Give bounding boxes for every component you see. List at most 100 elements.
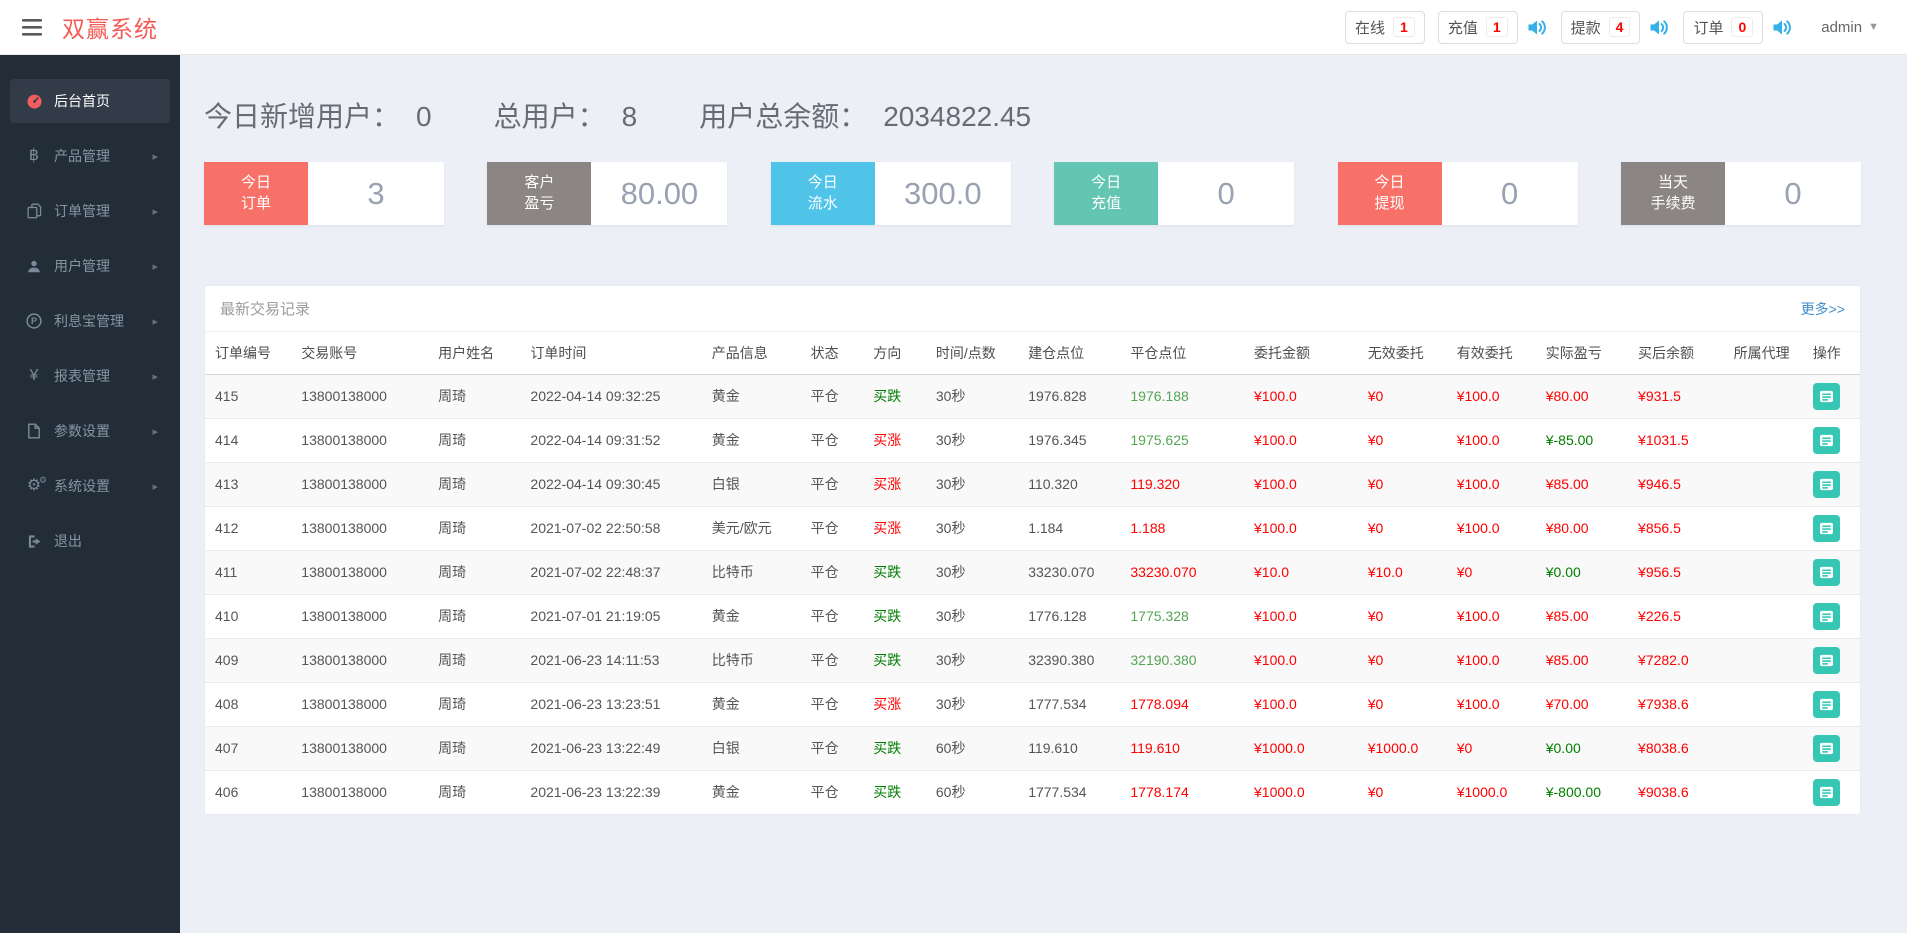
table-header-row: 订单编号 交易账号 用户姓名 订单时间 产品信息 状态 方向 时间/点数 建仓点位 平仓点位 委托金… <box>205 332 1860 375</box>
sidebar-item-1[interactable]: ฿ 产品管理 ▸ <box>10 134 170 178</box>
cell-invalid: ¥0 <box>1363 769 1453 814</box>
sidebar-item-label: 系统设置 <box>54 478 110 494</box>
cell-name: 周琦 <box>434 637 527 682</box>
table-body: 415 13800138000 周琦 2022-04-14 09:32:25 黄金 平仓买… <box>205 374 1860 814</box>
speaker-icon[interactable] <box>1527 18 1548 37</box>
cell-status: 平仓 <box>806 769 870 814</box>
cell-status: 平仓 <box>806 593 870 638</box>
cell-order-id: 409 <box>205 637 298 682</box>
cell-open-point: 1777.534 <box>1024 769 1127 814</box>
speaker-icon[interactable] <box>1772 18 1793 37</box>
detail-button[interactable] <box>1812 514 1840 542</box>
sidebar-item-6[interactable]: 参数设置 ▸ <box>10 409 170 453</box>
hamburger-menu-icon[interactable] <box>22 18 42 36</box>
orders-icon <box>22 203 46 219</box>
cell-close-point: 119.610 <box>1126 725 1250 770</box>
col-header-11: 无效委托 <box>1363 332 1453 375</box>
card-value: 3 <box>367 175 385 211</box>
card-label: 今日 流水 <box>770 162 875 225</box>
cell-profit: ¥85.00 <box>1541 593 1635 638</box>
table-row: 412 13800138000 周琦 2021-07-02 22:50:58 美元/欧元… <box>205 505 1860 550</box>
cell-open-point: 119.610 <box>1024 725 1127 770</box>
stat-card-4: 今日 提现 0 <box>1337 162 1578 225</box>
cell-time: 2021-06-23 13:22:49 <box>526 725 708 770</box>
sidebar-item-label: 报表管理 <box>54 368 110 384</box>
badge-2[interactable]: 提款 4 <box>1560 10 1641 44</box>
detail-button[interactable] <box>1812 426 1840 454</box>
col-header-4: 产品信息 <box>707 332 807 375</box>
badge-3[interactable]: 订单 0 <box>1683 10 1764 44</box>
cell-valid: ¥100.0 <box>1452 681 1542 726</box>
cell-agent <box>1729 637 1809 682</box>
sidebar-item-label: 参数设置 <box>54 423 110 439</box>
cell-amount: ¥10.0 <box>1250 549 1364 594</box>
badge-label: 充值 <box>1447 19 1478 37</box>
cell-status: 平仓 <box>806 549 870 594</box>
cell-direction: 买涨 <box>869 417 932 462</box>
card-label-line2: 充值 <box>1091 194 1122 212</box>
cell-close-point: 1975.625 <box>1126 417 1250 462</box>
cell-agent <box>1729 725 1809 770</box>
cell-open-point: 33230.070 <box>1024 549 1127 594</box>
cell-duration: 30秒 <box>935 388 966 404</box>
speaker-icon[interactable] <box>1649 18 1670 37</box>
cell-name: 周琦 <box>434 549 527 594</box>
sidebar-item-5[interactable]: ¥ 报表管理 ▸ <box>10 354 170 398</box>
sidebar-item-0[interactable]: 后台首页 <box>10 79 170 123</box>
stat-label: 用户总余额： <box>699 101 868 132</box>
cell-duration: 60秒 <box>931 769 1025 814</box>
cell-product: 比特币 <box>707 549 807 594</box>
cell-direction: 买跌 <box>869 769 932 814</box>
cell-action <box>1808 681 1860 726</box>
detail-button[interactable] <box>1812 778 1840 806</box>
cell-action <box>1808 593 1860 638</box>
detail-button[interactable] <box>1812 690 1840 718</box>
app-logo[interactable]: 双赢系统 <box>62 10 158 44</box>
detail-button[interactable] <box>1812 470 1840 498</box>
cell-duration: 30秒 <box>931 505 1025 550</box>
cell-product: 黄金 <box>707 593 807 638</box>
detail-button[interactable] <box>1812 646 1840 674</box>
cell-status: 平仓 <box>810 388 839 404</box>
user-menu[interactable]: admin ▼ <box>1813 14 1887 41</box>
stat-cards: 今日 订单 3 客户 盈亏 80.00 今日 流水 300.0 今日 充值 0 今日 提现 0 当天 手续费 0 <box>204 162 1861 225</box>
detail-button[interactable] <box>1812 382 1840 410</box>
caret-down-icon: ▼ <box>1868 21 1879 33</box>
stat-value: 2034822.45 <box>883 101 1032 132</box>
cell-account: 13800138000 <box>297 505 435 550</box>
cell-action <box>1808 461 1860 506</box>
more-link[interactable]: 更多>> <box>1801 299 1845 319</box>
cell-product: 黄金 <box>707 417 807 462</box>
detail-button[interactable] <box>1812 602 1840 630</box>
sidebar-item-label: 后台首页 <box>54 93 110 109</box>
detail-button[interactable] <box>1812 734 1840 762</box>
cell-agent <box>1729 769 1809 814</box>
cell-valid: ¥0 <box>1452 549 1542 594</box>
cell-amount: ¥100.0 <box>1250 505 1364 550</box>
cell-invalid: ¥10.0 <box>1363 549 1453 594</box>
badge-0[interactable]: 在线 1 <box>1345 10 1425 44</box>
cell-profit: ¥-85.00 <box>1541 417 1635 462</box>
cell-balance: ¥956.5 <box>1634 549 1730 594</box>
cell-account: 13800138000 <box>297 549 435 594</box>
sidebar-item-3[interactable]: 用户管理 ▸ <box>10 244 170 288</box>
cell-action <box>1809 374 1860 418</box>
sidebar-item-4[interactable]: P 利息宝管理 ▸ <box>10 299 170 343</box>
detail-button[interactable] <box>1812 558 1840 586</box>
sidebar-item-7[interactable]: ⚙ ⚙ 系统设置 ▸ <box>10 464 170 508</box>
card-label: 今日 订单 <box>204 162 308 225</box>
badge-1[interactable]: 充值 1 <box>1437 10 1518 44</box>
table-row: 406 13800138000 周琦 2021-06-23 13:22:39 黄金 平仓买… <box>205 769 1860 814</box>
cell-balance: ¥7938.6 <box>1634 681 1730 726</box>
stat-label: 总用户： <box>493 101 606 132</box>
sidebar-item-2[interactable]: 订单管理 ▸ <box>10 189 170 233</box>
card-label-line1: 今日 <box>807 174 838 192</box>
cell-valid: ¥100.0 <box>1452 505 1542 550</box>
sidebar-item-8[interactable]: 退出 <box>10 519 170 563</box>
stat-label: 今日新增用户： <box>204 101 401 132</box>
cell-account: 13800138000 <box>297 417 435 462</box>
cell-status: 平仓 <box>806 725 870 770</box>
cell-profit: ¥85.00 <box>1541 637 1635 682</box>
cell-direction: 买跌 <box>869 593 932 638</box>
table-row: 413 13800138000 周琦 2022-04-14 09:30:45 白银 平仓买… <box>205 461 1860 506</box>
